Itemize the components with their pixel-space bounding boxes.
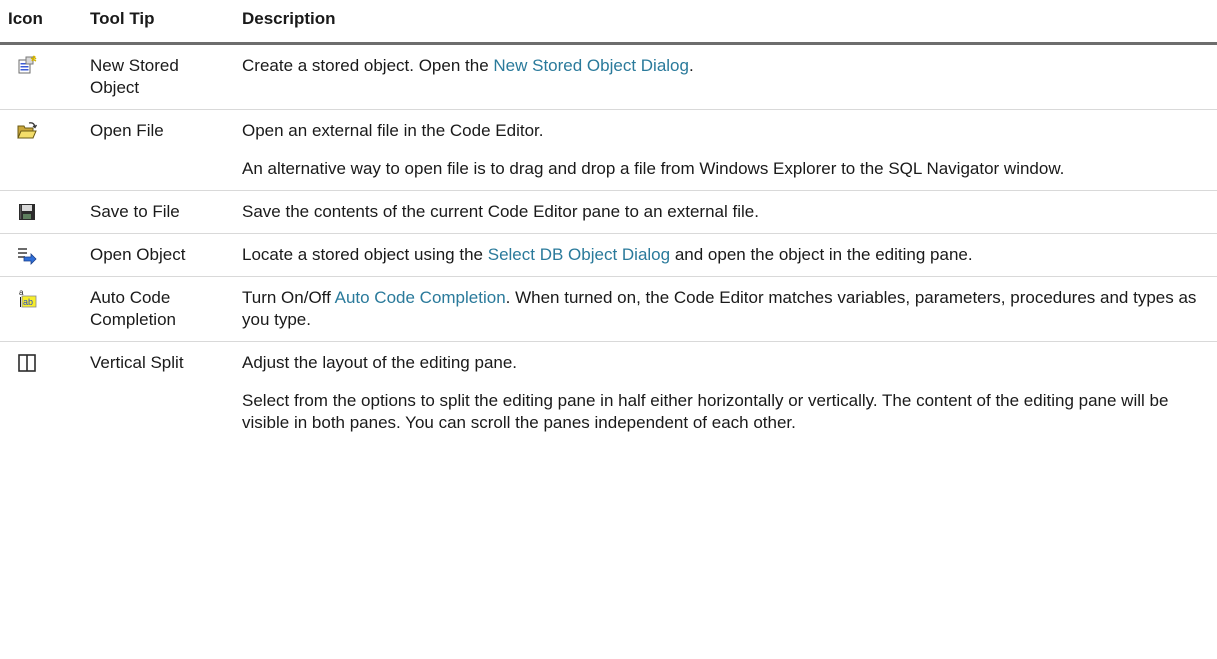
description-paragraph: Turn On/Off Auto Code Completion. When t…	[242, 287, 1201, 331]
toolbar-reference-table: Icon Tool Tip Description New Stored Obj…	[0, 0, 1217, 444]
column-header-description: Description	[234, 0, 1217, 45]
floppy-disk-icon	[19, 204, 35, 220]
description-cell: Open an external file in the Code Editor…	[234, 109, 1217, 191]
tooltip-cell: Auto Code Completion	[82, 276, 234, 342]
description-text: Create a stored object. Open the	[242, 56, 494, 75]
tooltip-cell: Open Object	[82, 233, 234, 277]
description-paragraph: Locate a stored object using the Select …	[242, 244, 1201, 266]
description-text: Locate a stored object using the	[242, 245, 488, 264]
description-cell: Locate a stored object using the Select …	[234, 233, 1217, 277]
new-stored-object-dialog-link[interactable]: New Stored Object Dialog	[493, 56, 689, 75]
description-cell: Adjust the layout of the editing pane. S…	[234, 342, 1217, 445]
table-header-row: Icon Tool Tip Description	[0, 0, 1217, 45]
description-paragraph: Select from the options to split the edi…	[242, 391, 1169, 432]
new-stored-object-icon	[18, 55, 37, 74]
description-paragraph: Create a stored object. Open the New Sto…	[242, 55, 1201, 77]
description-paragraph: Save the contents of the current Code Ed…	[242, 202, 759, 221]
open-folder-icon	[17, 122, 38, 139]
column-header-icon: Icon	[0, 0, 82, 45]
table-row: New Stored Object Create a stored object…	[0, 43, 1217, 110]
svg-text:ab: ab	[23, 297, 33, 307]
tooltip-cell: Save to File	[82, 190, 234, 234]
tooltip-cell: Open File	[82, 109, 234, 191]
description-cell: Turn On/Off Auto Code Completion. When t…	[234, 276, 1217, 342]
description-cell: Create a stored object. Open the New Sto…	[234, 43, 1217, 110]
description-cell: Save the contents of the current Code Ed…	[234, 190, 1217, 234]
icon-cell: a ab	[0, 276, 82, 342]
table-row: Open Object Locate a stored object using…	[0, 233, 1217, 277]
icon-cell	[0, 109, 82, 191]
auto-code-completion-link[interactable]: Auto Code Completion	[335, 288, 506, 307]
description-text: Turn On/Off	[242, 288, 335, 307]
description-paragraph: Open an external file in the Code Editor…	[242, 121, 544, 140]
description-paragraph: Adjust the layout of the editing pane.	[242, 353, 518, 372]
tooltip-cell: New Stored Object	[82, 43, 234, 110]
description-paragraph: An alternative way to open file is to dr…	[242, 159, 1065, 178]
tooltip-cell: Vertical Split	[90, 353, 184, 372]
icon-cell	[0, 233, 82, 277]
column-header-tooltip: Tool Tip	[82, 0, 234, 45]
icon-cell	[0, 43, 82, 110]
description-text: and open the object in the editing pane.	[670, 245, 973, 264]
table-row: Save to File Save the contents of the cu…	[0, 190, 1217, 234]
table-row: Vertical Split Adjust the layout of the …	[0, 342, 1217, 445]
icon-cell	[0, 342, 82, 445]
icon-cell	[0, 190, 82, 234]
description-text: .	[688, 56, 694, 75]
auto-code-completion-icon: a ab	[19, 288, 37, 308]
table-row: Open File Open an external file in the C…	[0, 109, 1217, 191]
select-db-object-dialog-link[interactable]: Select DB Object Dialog	[488, 245, 670, 264]
table-row: a ab Auto Code Completion Turn On/Off Au…	[0, 276, 1217, 342]
vertical-split-icon	[18, 354, 36, 372]
open-object-icon	[18, 248, 37, 265]
